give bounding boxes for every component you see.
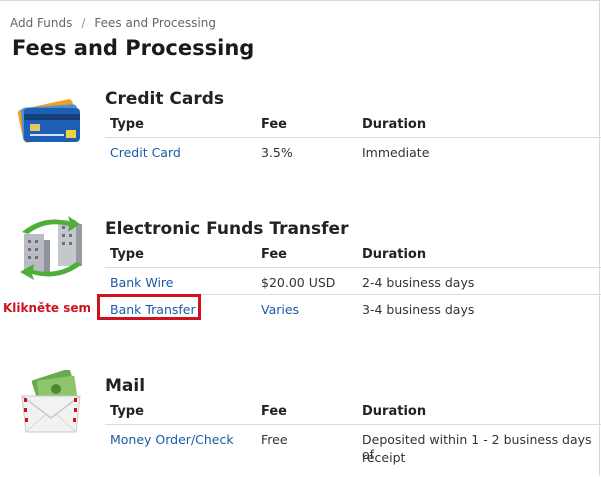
section-title-mail: Mail [105, 376, 146, 396]
table-cell-fee: Free [261, 432, 288, 447]
column-header-duration: Duration [362, 247, 427, 262]
column-header-fee: Fee [261, 404, 287, 419]
table-cell-duration: Immediate [362, 145, 430, 160]
credit-card-link[interactable]: Credit Card [110, 145, 181, 160]
column-header-fee: Fee [261, 117, 287, 132]
breadcrumb: Add Funds / Fees and Processing [10, 16, 216, 30]
bank-wire-link[interactable]: Bank Wire [110, 275, 173, 290]
column-header-type: Type [110, 247, 144, 262]
column-header-fee: Fee [261, 247, 287, 262]
column-header-duration: Duration [362, 117, 427, 132]
table-cell-fee: 3.5% [261, 145, 293, 160]
credit-cards-icon [16, 90, 86, 152]
highlight-box [97, 294, 201, 320]
table-cell-duration: 2-4 business days [362, 275, 475, 290]
section-title-eft: Electronic Funds Transfer [105, 219, 349, 239]
column-header-type: Type [110, 404, 144, 419]
page-title: Fees and Processing [12, 36, 255, 60]
breadcrumb-current: Fees and Processing [94, 16, 216, 30]
table-divider [105, 137, 601, 138]
bank-transfer-icon [14, 212, 90, 288]
breadcrumb-add-funds[interactable]: Add Funds [10, 16, 72, 30]
column-header-type: Type [110, 117, 144, 132]
mail-envelope-icon [16, 368, 86, 440]
annotation-label: Klikněte sem [3, 301, 92, 315]
varies-fee-link[interactable]: Varies [261, 302, 299, 317]
column-header-duration: Duration [362, 404, 427, 419]
table-divider [105, 424, 601, 425]
table-divider [105, 267, 601, 268]
table-cell-duration-line2: receipt [362, 450, 406, 465]
table-cell-duration: 3-4 business days [362, 302, 475, 317]
table-cell-fee: $20.00 USD [261, 275, 336, 290]
money-order-check-link[interactable]: Money Order/Check [110, 432, 234, 447]
breadcrumb-separator: / [81, 16, 86, 30]
section-title-credit-cards: Credit Cards [105, 89, 225, 109]
